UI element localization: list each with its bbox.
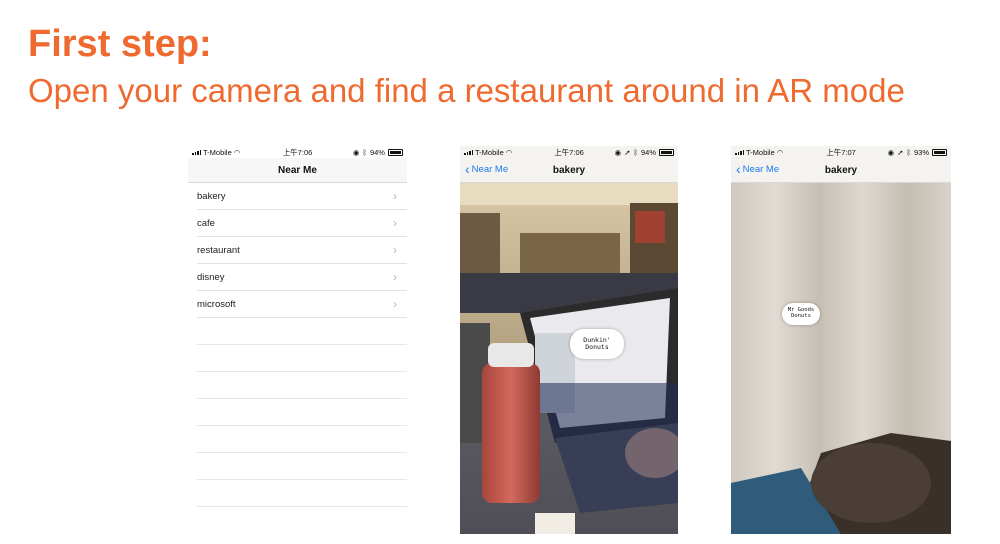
list-item-label: disney (197, 271, 225, 283)
phone-ar-view-2: T-Mobile ◠ 上午7:07 ◉ ➚ ᛒ 93% ‹ Near Me bak… (731, 146, 951, 534)
camera-scene (731, 183, 951, 534)
signal-icon (464, 149, 473, 155)
carrier-label: T-Mobile (746, 147, 775, 157)
empty-row (197, 399, 407, 426)
ar-label-text: Dunkin' Donuts (583, 336, 611, 351)
orientation-lock-icon: ◉ (614, 147, 622, 157)
location-icon: ➚ (897, 147, 904, 157)
back-label: Near Me (742, 163, 780, 175)
list-item-restaurant[interactable]: restaurant › (197, 237, 407, 264)
list-item-microsoft[interactable]: microsoft › (197, 291, 407, 318)
carrier-label: T-Mobile (475, 147, 504, 157)
status-bar: T-Mobile ◠ 上午7:07 ◉ ➚ ᛒ 93% (731, 146, 951, 158)
nav-title: bakery (824, 164, 858, 176)
list-item-bakery[interactable]: bakery › (197, 183, 407, 210)
wifi-icon: ◠ (233, 147, 241, 157)
status-time: 上午7:07 (826, 147, 856, 157)
list-item-label: restaurant (197, 244, 240, 256)
status-time: 上午7:06 (554, 147, 584, 157)
ar-restaurant-label[interactable]: Dunkin' Donuts (570, 329, 624, 359)
chevron-right-icon: › (393, 189, 397, 203)
chevron-right-icon: › (393, 297, 397, 311)
nav-bar: Near Me (188, 158, 407, 183)
chevron-right-icon: › (393, 270, 397, 284)
bluetooth-icon: ᛒ (633, 147, 638, 157)
battery-percent: 94% (640, 147, 656, 157)
chevron-left-icon: ‹ (465, 161, 470, 177)
list-item-label: cafe (197, 217, 215, 229)
chevron-right-icon: › (393, 243, 397, 257)
ar-label-text: Mr Goods Donuts (787, 307, 815, 319)
battery-icon (932, 148, 948, 156)
ar-restaurant-label[interactable]: Mr Goods Donuts (782, 303, 820, 325)
empty-row (197, 426, 407, 453)
empty-row (197, 318, 407, 345)
phone-near-me-list: T-Mobile ◠ 上午7:06 ◉ ᛒ 94% Near Me bakery… (188, 146, 407, 532)
empty-row (197, 453, 407, 480)
list-item-label: microsoft (197, 298, 236, 310)
battery-percent: 93% (914, 147, 930, 157)
status-bar: T-Mobile ◠ 上午7:06 ◉ ᛒ 94% (188, 146, 407, 158)
camera-view: Mr Goods Donuts (731, 183, 951, 534)
battery-icon (387, 148, 403, 156)
bluetooth-icon: ᛒ (906, 147, 912, 157)
nav-title: Near Me (278, 164, 317, 176)
nav-bar: ‹ Near Me bakery (460, 158, 678, 183)
location-icon: ➚ (624, 147, 631, 157)
camera-view: Dunkin' Donuts (460, 183, 678, 534)
slide-title: First step: (28, 23, 212, 65)
phone-ar-view-1: T-Mobile ◠ 上午7:06 ◉ ➚ ᛒ 94% ‹ Near Me bak… (460, 146, 678, 534)
wifi-icon: ◠ (776, 147, 784, 157)
nav-bar: ‹ Near Me bakery (731, 158, 951, 183)
signal-icon (735, 149, 744, 155)
orientation-lock-icon: ◉ (352, 147, 360, 157)
orientation-lock-icon: ◉ (887, 147, 895, 157)
status-time: 上午7:06 (282, 147, 313, 157)
nav-title: bakery (552, 164, 586, 176)
back-button[interactable]: ‹ Near Me (736, 162, 779, 176)
status-bar: T-Mobile ◠ 上午7:06 ◉ ➚ ᛒ 94% (460, 146, 678, 158)
category-list: bakery › cafe › restaurant › disney › micros… (188, 183, 407, 532)
empty-row (197, 480, 407, 507)
empty-row (197, 345, 407, 372)
battery-percent: 94% (369, 147, 385, 157)
back-button[interactable]: ‹ Near Me (465, 162, 508, 176)
chevron-left-icon: ‹ (736, 161, 741, 177)
list-item-label: bakery (197, 190, 226, 202)
list-item-disney[interactable]: disney › (197, 264, 407, 291)
chevron-right-icon: › (393, 216, 397, 230)
empty-row (197, 372, 407, 399)
camera-scene (460, 183, 678, 534)
list-item-cafe[interactable]: cafe › (197, 210, 407, 237)
bluetooth-icon: ᛒ (362, 147, 367, 157)
wifi-icon: ◠ (505, 147, 513, 157)
back-label: Near Me (471, 163, 509, 175)
signal-icon (192, 149, 201, 155)
empty-row (197, 507, 407, 532)
carrier-label: T-Mobile (203, 147, 232, 157)
battery-icon (659, 148, 674, 156)
slide-subtitle: Open your camera and find a restaurant a… (28, 72, 905, 109)
